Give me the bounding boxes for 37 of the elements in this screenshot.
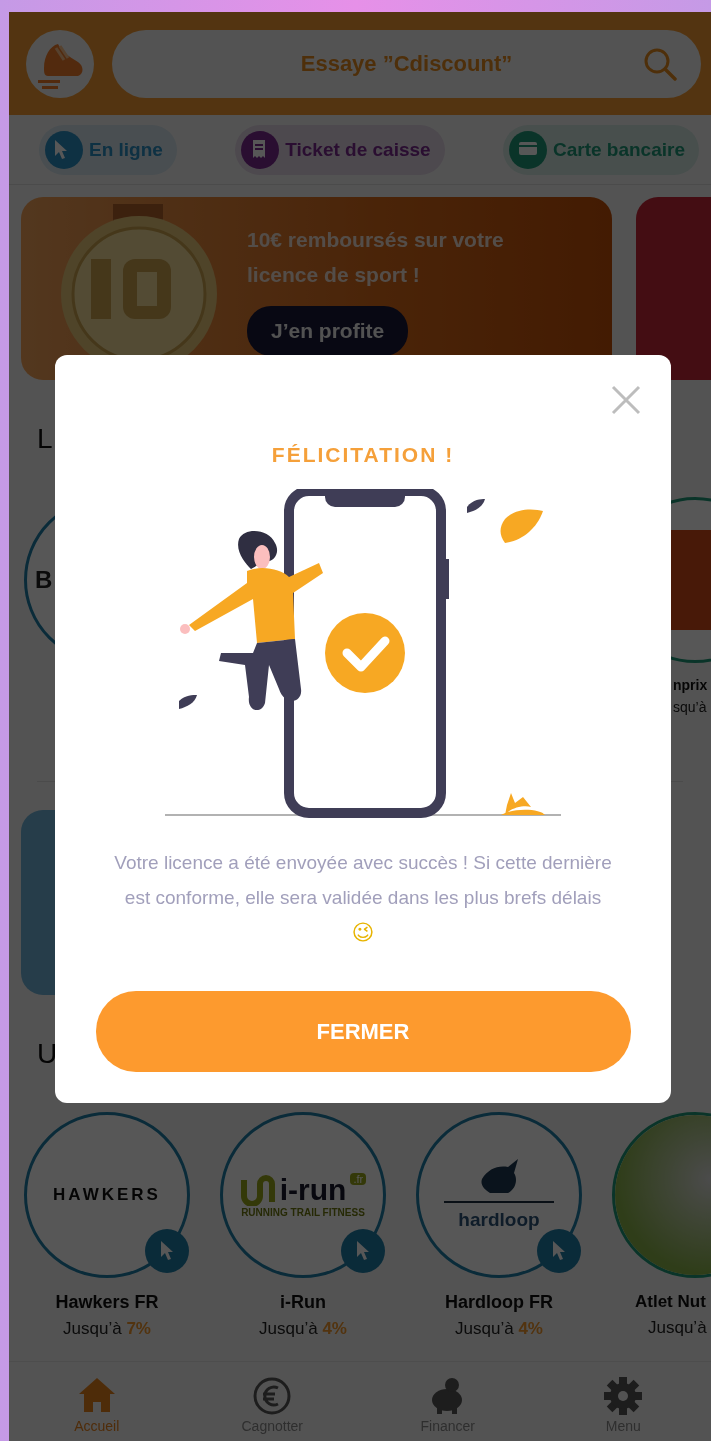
nav-tab[interactable]: Accueil <box>9 1362 185 1441</box>
settings-icon <box>603 1376 644 1416</box>
store-logo-circle[interactable]: i-run .fr RUNNING TRAIL FITNESS <box>220 1112 386 1278</box>
logo-tagline: RUNNING TRAIL FITNESS <box>241 1206 365 1218</box>
search-field[interactable]: Essaye ”Cdiscount” <box>112 29 701 98</box>
cashback-rate: Jusqu’à 4% <box>259 1319 347 1339</box>
store-logo-circle[interactable]: HAWKERS <box>24 1112 190 1278</box>
profit-button[interactable]: J’en profite <box>247 305 409 356</box>
dialog-title: FÉLICITATION ! <box>271 443 455 467</box>
logo-text: i-run <box>279 1172 347 1207</box>
search-icon[interactable] <box>643 46 677 81</box>
logo-text: HAWKERS <box>53 1185 161 1205</box>
cashback-rate: Jusqu’à <box>648 1318 707 1338</box>
store-name: Hardloop FR <box>445 1292 553 1313</box>
cashback-rate: Jusqu’à 7% <box>63 1319 151 1339</box>
store-name: Hawkers FR <box>55 1292 159 1313</box>
cursor-badge-icon <box>537 1229 581 1273</box>
cashback-rate: squ’à <box>673 699 707 715</box>
store-name: i-Run <box>280 1292 326 1313</box>
close-icon <box>611 385 641 415</box>
cursor-badge-icon <box>341 1229 385 1273</box>
euro-coin-icon <box>252 1376 293 1416</box>
store-name: Atlet Nut <box>635 1292 706 1312</box>
logo-badge: .fr <box>350 1172 367 1185</box>
swirl-logo-icon <box>239 1173 276 1206</box>
store-logo-circle[interactable]: hardloop <box>416 1112 582 1278</box>
cursor-badge-icon <box>145 1229 189 1273</box>
logo-text: B <box>35 566 53 594</box>
dialog-message: Votre licence a été envoyée avec succès ! Si cette dernière est conforme, elle sera validée dans les plus brefs délais <box>113 851 613 910</box>
close-button[interactable] <box>611 385 641 415</box>
close-dialog-button[interactable]: FERMER <box>95 991 631 1072</box>
wink-emoji: 😉 <box>351 919 375 947</box>
store-name: nprix <box>673 677 708 693</box>
cashback-rate: Jusqu’à 4% <box>455 1319 543 1339</box>
logo-text: hardloop <box>458 1209 540 1231</box>
section-title: U <box>37 1037 58 1070</box>
section-title: L <box>37 422 53 455</box>
